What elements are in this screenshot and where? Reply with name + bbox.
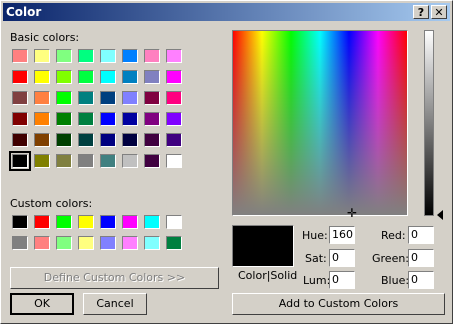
window-title: Color [6,5,42,19]
basic-color-swatch[interactable] [78,70,94,84]
basic-color-swatch[interactable] [100,112,116,126]
basic-color-swatch[interactable] [166,112,182,126]
custom-color-swatch[interactable] [100,215,116,229]
title-bar[interactable]: Color ? ✕ [3,3,450,21]
custom-color-swatch[interactable] [144,215,160,229]
define-custom-colors-button[interactable]: Define Custom Colors >> [10,267,219,289]
basic-color-swatch[interactable] [100,70,116,84]
basic-color-swatch[interactable] [78,154,94,168]
basic-color-swatch[interactable] [166,70,182,84]
custom-color-swatch[interactable] [56,236,72,250]
basic-color-swatch[interactable] [34,112,50,126]
custom-color-swatch[interactable] [122,215,138,229]
color-solid-label: Color|Solid [238,269,298,282]
custom-color-swatch[interactable] [166,215,182,229]
basic-color-swatch[interactable] [56,91,72,105]
basic-color-swatch[interactable] [144,133,160,147]
basic-color-swatch[interactable] [122,70,138,84]
basic-color-swatch[interactable] [12,70,28,84]
custom-color-swatch[interactable] [34,236,50,250]
hue-field[interactable]: 160 [329,226,355,244]
basic-color-swatch[interactable] [34,91,50,105]
custom-color-swatch[interactable] [34,215,50,229]
lum-field[interactable]: 0 [329,271,355,289]
basic-color-swatch[interactable] [166,133,182,147]
custom-color-swatch[interactable] [166,236,182,250]
basic-color-swatch[interactable] [34,49,50,63]
custom-colors-grid [12,215,182,250]
blue-field[interactable]: 0 [408,271,434,289]
basic-color-swatch[interactable] [34,154,50,168]
basic-color-swatch[interactable] [56,133,72,147]
basic-color-swatch[interactable] [100,49,116,63]
color-dialog: Color ? ✕ Basic colors: Custom colors: D… [0,0,453,324]
basic-color-swatch[interactable] [12,133,28,147]
custom-color-swatch[interactable] [12,215,28,229]
basic-color-swatch[interactable] [56,154,72,168]
basic-color-swatch[interactable] [166,49,182,63]
basic-color-swatch[interactable] [100,91,116,105]
basic-color-swatch[interactable] [144,49,160,63]
basic-color-swatch[interactable] [56,49,72,63]
sat-field[interactable]: 0 [329,249,355,267]
basic-colors-grid [9,49,182,171]
lum-label: Lum: [303,274,331,287]
basic-color-swatch[interactable] [166,154,182,168]
custom-color-swatch[interactable] [78,236,94,250]
help-button[interactable]: ? [413,5,429,19]
red-label: Red: [381,229,406,242]
basic-color-swatch[interactable] [144,154,160,168]
basic-color-swatch[interactable] [9,151,31,171]
custom-color-swatch[interactable] [12,236,28,250]
custom-color-swatch[interactable] [56,215,72,229]
basic-color-swatch[interactable] [78,49,94,63]
basic-color-swatch[interactable] [122,133,138,147]
close-button[interactable]: ✕ [431,5,447,19]
green-label: Green: [372,252,410,265]
add-to-custom-colors-button[interactable]: Add to Custom Colors [232,293,445,315]
basic-color-swatch[interactable] [122,154,138,168]
basic-color-swatch[interactable] [122,112,138,126]
basic-color-swatch[interactable] [166,91,182,105]
basic-color-swatch[interactable] [144,70,160,84]
custom-colors-label: Custom colors: [10,197,93,210]
basic-color-swatch[interactable] [144,91,160,105]
custom-color-swatch[interactable] [122,236,138,250]
basic-color-swatch[interactable] [78,133,94,147]
green-field[interactable]: 0 [408,249,434,267]
basic-color-swatch[interactable] [56,70,72,84]
color-spectrum[interactable] [232,30,408,216]
basic-color-swatch[interactable] [100,154,116,168]
basic-color-swatch[interactable] [34,70,50,84]
luminosity-arrow-icon[interactable] [437,210,443,220]
red-field[interactable]: 0 [408,226,434,244]
hue-label: Hue: [302,229,328,242]
color-preview [232,225,294,267]
basic-color-swatch[interactable] [12,91,28,105]
basic-color-swatch[interactable] [56,112,72,126]
basic-color-swatch[interactable] [78,91,94,105]
luminosity-slider[interactable] [424,30,434,216]
basic-color-swatch[interactable] [34,133,50,147]
basic-color-swatch[interactable] [144,112,160,126]
crosshair-icon: ✛ [346,206,358,220]
basic-colors-label: Basic colors: [10,31,80,44]
basic-color-swatch[interactable] [78,112,94,126]
basic-color-swatch[interactable] [12,112,28,126]
basic-color-swatch[interactable] [12,49,28,63]
custom-color-swatch[interactable] [100,236,116,250]
basic-color-swatch[interactable] [100,133,116,147]
custom-color-swatch[interactable] [144,236,160,250]
sat-label: Sat: [305,252,327,265]
blue-label: Blue: [381,274,410,287]
basic-color-swatch[interactable] [122,49,138,63]
cancel-button[interactable]: Cancel [83,293,147,315]
custom-color-swatch[interactable] [78,215,94,229]
basic-color-swatch[interactable] [122,91,138,105]
ok-button[interactable]: OK [10,293,74,315]
